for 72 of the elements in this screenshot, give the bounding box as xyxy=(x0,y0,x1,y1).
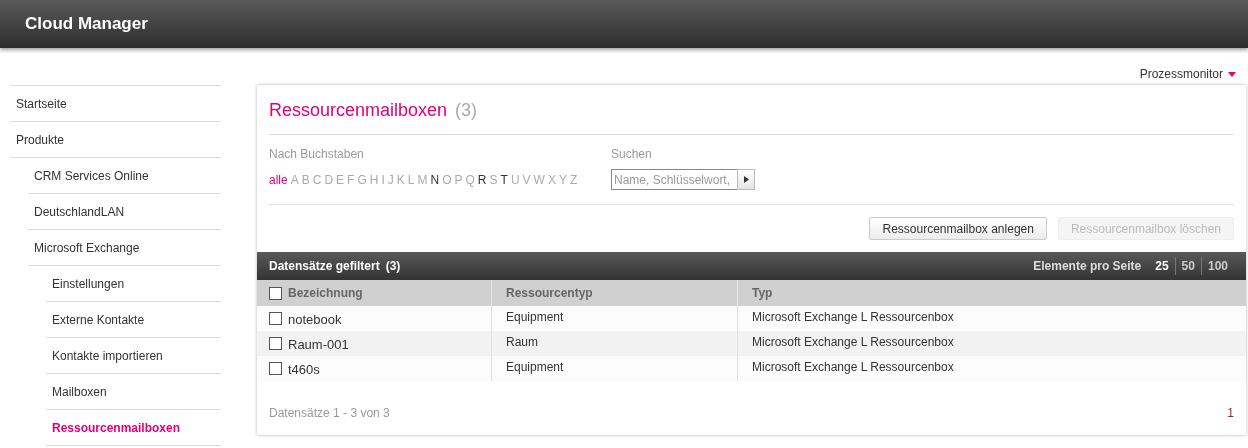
per-page-option[interactable]: 100 xyxy=(1200,257,1234,275)
sidebar-item[interactable]: DeutschlandLAN xyxy=(28,194,221,229)
process-monitor-menu[interactable]: Prozessmonitor xyxy=(1139,63,1236,85)
checkbox[interactable] xyxy=(269,337,282,350)
column-title: Ressourcentyp xyxy=(506,285,593,302)
letter-filter[interactable]: W xyxy=(533,171,545,189)
sidebar-item[interactable]: Ressourcenmailboxen xyxy=(46,410,221,445)
letter-filter[interactable]: E xyxy=(336,171,345,189)
sidebar-item[interactable]: Microsoft Exchange xyxy=(28,230,221,265)
result-count: (3) xyxy=(455,99,478,122)
app-title: Cloud Manager xyxy=(25,13,148,36)
record-range: Datensätze 1 - 3 von 3 xyxy=(269,405,390,422)
letter-filter[interactable]: Z xyxy=(569,171,578,189)
letter-filter[interactable]: H xyxy=(369,171,379,189)
letter-filter[interactable]: C xyxy=(312,171,322,189)
sidebar-item[interactable]: CRM Services Online xyxy=(28,158,221,193)
letter-filter[interactable]: R xyxy=(477,171,487,189)
letter-filter[interactable]: F xyxy=(347,171,355,189)
table-cell-text: Raum xyxy=(506,333,538,351)
per-page-option[interactable]: 50 xyxy=(1174,257,1201,275)
letter-filter[interactable]: M xyxy=(417,171,428,189)
filter-status: Datensätze gefiltert xyxy=(269,258,380,275)
table-cell-text: Microsoft Exchange L Ressourcenbox xyxy=(752,358,954,376)
play-icon xyxy=(743,176,749,183)
table-cell-text: Raum-001 xyxy=(288,336,349,355)
action-button[interactable]: Ressourcenmailbox anlegen xyxy=(869,217,1047,240)
letter-filter[interactable]: V xyxy=(522,171,531,189)
letter-filter[interactable]: J xyxy=(387,171,394,189)
column-title: Typ xyxy=(752,285,773,302)
letter-filter[interactable]: T xyxy=(500,171,508,189)
letter-filter[interactable]: S xyxy=(489,171,498,189)
letter-filter[interactable]: I xyxy=(381,171,385,189)
sidebar-item[interactable]: Produkte xyxy=(10,122,221,157)
per-page-option[interactable]: 25 xyxy=(1149,257,1175,275)
letter-filter[interactable]: alle xyxy=(269,171,288,189)
sidebar-item[interactable]: Startseite xyxy=(10,86,221,121)
sidebar-item[interactable]: Kontakte importieren xyxy=(46,338,221,373)
page-link[interactable]: 1 xyxy=(1227,404,1234,422)
table-cell-text: t460s xyxy=(288,361,320,380)
sidebar-item[interactable]: Mailboxen xyxy=(46,374,221,409)
caret-icon xyxy=(1228,71,1236,77)
letter-filter[interactable]: N xyxy=(430,171,440,189)
letter-filter[interactable]: P xyxy=(454,171,463,189)
column-title: Bezeichnung xyxy=(288,285,363,302)
letter-filter[interactable]: O xyxy=(442,171,452,189)
letter-filter[interactable]: L xyxy=(407,171,415,189)
letter-filter[interactable]: K xyxy=(396,171,405,189)
per-page-label: Elemente pro Seite xyxy=(1033,258,1142,275)
sidebar-item[interactable]: Externe Kontakte xyxy=(46,302,221,337)
letter-filter[interactable]: U xyxy=(510,171,520,189)
search-field[interactable]: Name, Schlüsselwort, xyxy=(611,169,737,190)
letter-filter[interactable]: Y xyxy=(558,171,567,189)
table-cell-text: Equipment xyxy=(506,308,564,326)
letter-filter[interactable]: Q xyxy=(465,171,475,189)
letter-filter[interactable]: X xyxy=(547,171,556,189)
page-title: Ressourcenmailboxen xyxy=(269,99,448,122)
search-button[interactable] xyxy=(737,169,755,190)
table-cell-text: Equipment xyxy=(506,358,564,376)
letter-filter[interactable]: A xyxy=(290,171,299,189)
search-label: Suchen xyxy=(611,146,653,163)
filter-label: Nach Buchstaben xyxy=(269,146,365,163)
checkbox[interactable] xyxy=(269,312,282,325)
checkbox[interactable] xyxy=(269,286,282,300)
filter-count: (3) xyxy=(385,258,401,275)
letter-filter[interactable]: G xyxy=(357,171,367,189)
table-cell-text: notebook xyxy=(288,311,342,330)
sidebar-item[interactable]: Einstellungen xyxy=(46,266,221,301)
checkbox[interactable] xyxy=(269,362,282,375)
letter-filter[interactable]: D xyxy=(324,171,334,189)
table-cell-text: Microsoft Exchange L Ressourcenbox xyxy=(752,333,954,351)
letter-filter[interactable]: B xyxy=(301,171,310,189)
table-cell-text: Microsoft Exchange L Ressourcenbox xyxy=(752,308,954,326)
